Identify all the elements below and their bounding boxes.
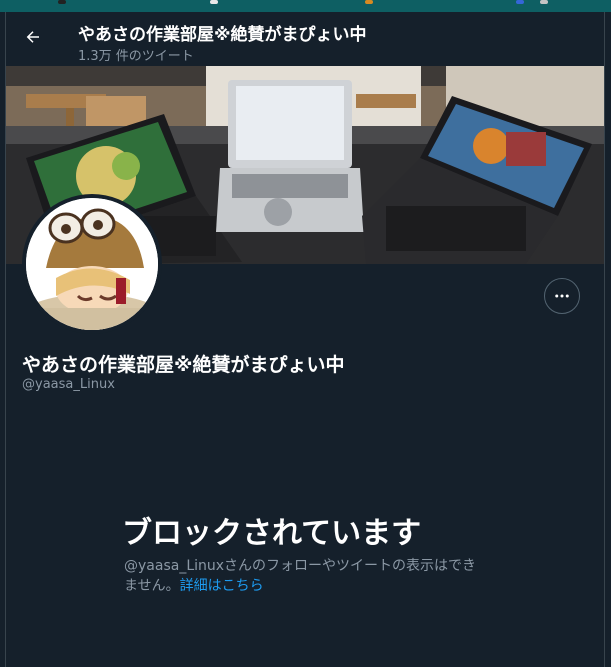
more-options-button[interactable] <box>544 278 580 314</box>
avatar-illustration <box>26 198 158 330</box>
strip-mark <box>58 0 66 4</box>
arrow-left-icon <box>26 31 39 43</box>
strip-mark <box>516 0 524 4</box>
profile-header: やあさの作業部屋※絶賛がまぴょい中 1.3万 件のツイート <box>6 12 604 66</box>
browser-top-strip <box>0 0 611 12</box>
strip-mark <box>540 0 548 4</box>
header-title: やあさの作業部屋※絶賛がまぴょい中 <box>78 25 367 45</box>
avatar-image <box>26 198 158 330</box>
more-horizontal-icon <box>555 294 569 298</box>
tweet-count: 1.3万 件のツイート <box>78 49 194 64</box>
column-border-right <box>604 12 605 667</box>
back-button[interactable] <box>18 22 48 52</box>
blocked-title: ブロックされています <box>122 516 422 551</box>
strip-mark <box>210 0 218 4</box>
profile-display-name: やあさの作業部屋※絶賛がまぴょい中 <box>22 354 345 376</box>
profile-handle: @yaasa_Linux <box>22 377 115 392</box>
details-link[interactable]: 詳細はこちら <box>180 578 264 594</box>
strip-mark <box>365 0 373 4</box>
profile-avatar[interactable] <box>22 194 162 334</box>
blocked-message-text: @yaasa_Linuxさんのフォローやツイートの表示はできません。 <box>124 558 477 594</box>
blocked-message: @yaasa_Linuxさんのフォローやツイートの表示はできません。詳細はこちら <box>124 556 484 596</box>
